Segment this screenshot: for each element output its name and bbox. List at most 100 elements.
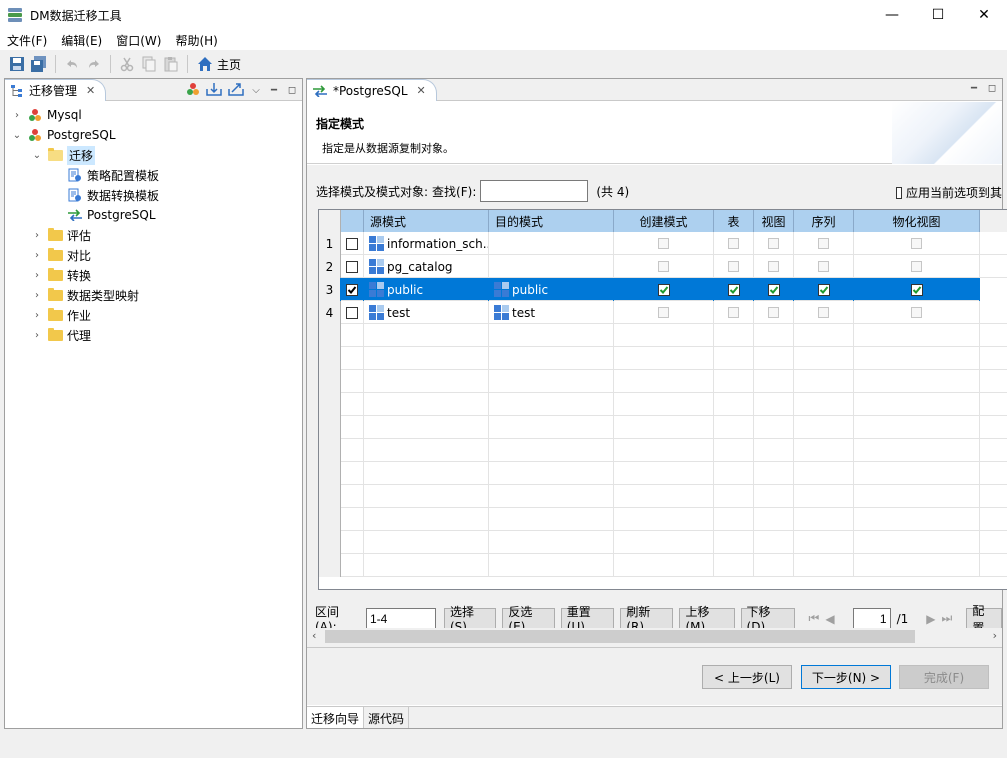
menu-file[interactable]: 文件(F)	[0, 32, 54, 49]
table-checkbox[interactable]	[728, 238, 739, 249]
chevron-down-icon[interactable]: ⌄	[31, 150, 43, 161]
table-checkbox[interactable]	[727, 283, 740, 296]
target-schema-cell[interactable]	[489, 255, 614, 278]
scroll-thumb[interactable]	[325, 630, 915, 643]
copy-button[interactable]	[138, 53, 160, 75]
page-input[interactable]	[852, 607, 891, 630]
tree-item-postgresql-migration[interactable]: PostgreSQL	[5, 205, 302, 225]
cut-button[interactable]	[116, 53, 138, 75]
chevron-right-icon[interactable]: ›	[31, 230, 43, 241]
next-page-icon[interactable]: ▶	[926, 612, 935, 626]
search-input[interactable]	[480, 180, 589, 202]
materialized-view-checkbox[interactable]	[911, 307, 922, 318]
table-checkbox[interactable]	[728, 261, 739, 272]
invert-button[interactable]: 反选(E)	[502, 605, 555, 634]
target-schema-cell[interactable]	[489, 232, 614, 255]
scroll-right-icon[interactable]: ›	[993, 629, 997, 642]
select-button[interactable]: 选择(S)	[443, 605, 497, 634]
menu-edit[interactable]: 编辑(E)	[54, 32, 109, 49]
sequence-checkbox[interactable]	[817, 283, 830, 296]
config-button[interactable]: 配置	[966, 604, 1002, 635]
first-page-icon[interactable]: ⏮	[809, 611, 820, 626]
create-schema-checkbox[interactable]	[658, 307, 669, 318]
target-schema-cell[interactable]: public	[489, 278, 614, 301]
close-button[interactable]: ✕	[961, 0, 1007, 30]
row-checkbox[interactable]	[346, 306, 358, 319]
view-checkbox[interactable]	[767, 283, 780, 296]
row-checkbox[interactable]	[346, 283, 358, 296]
tree-item-strategy-template[interactable]: 策略配置模板	[5, 165, 302, 185]
create-schema-checkbox[interactable]	[658, 261, 669, 272]
finish-button[interactable]: 完成(F)	[899, 665, 989, 689]
paste-button[interactable]	[160, 53, 182, 75]
sequence-checkbox[interactable]	[818, 307, 829, 318]
view-menu-icon[interactable]: ⌵	[250, 85, 262, 97]
col-source-schema[interactable]: 源模式	[364, 210, 489, 232]
chevron-right-icon[interactable]: ›	[31, 270, 43, 281]
tree-item-postgresql[interactable]: ⌄ PostgreSQL	[5, 125, 302, 145]
last-page-icon[interactable]: ⏭	[942, 611, 953, 626]
tab-migration-wizard[interactable]: 迁移向导	[307, 707, 365, 728]
view-checkbox[interactable]	[768, 307, 779, 318]
row-select-cell[interactable]	[341, 255, 364, 278]
connection-icon[interactable]	[186, 82, 200, 99]
tree-item-datatype-mapping[interactable]: › 数据类型映射	[5, 285, 302, 305]
tree-item-migration[interactable]: ⌄ 迁移	[5, 145, 302, 165]
refresh-button[interactable]: 刷新(R)	[620, 605, 674, 634]
tree-item-agent[interactable]: › 代理	[5, 325, 302, 345]
materialized-view-checkbox[interactable]	[911, 261, 922, 272]
tree-item-jobs[interactable]: › 作业	[5, 305, 302, 325]
apply-checkbox[interactable]	[896, 186, 902, 199]
prev-step-button[interactable]: < 上一步(L)	[702, 665, 792, 689]
target-schema-cell[interactable]: test	[489, 301, 614, 324]
next-step-button[interactable]: 下一步(N) >	[801, 665, 891, 689]
view-checkbox[interactable]	[768, 261, 779, 272]
row-select-cell[interactable]	[341, 232, 364, 255]
reset-button[interactable]: 重置(U)	[560, 605, 615, 634]
redo-button[interactable]	[83, 53, 105, 75]
sequence-checkbox[interactable]	[818, 261, 829, 272]
close-tab-icon[interactable]: ✕	[86, 84, 95, 97]
export-icon[interactable]	[228, 82, 244, 99]
menu-window[interactable]: 窗口(W)	[109, 32, 168, 49]
col-create-schema[interactable]: 创建模式	[614, 210, 714, 232]
col-materialized-view[interactable]: 物化视图	[854, 210, 980, 232]
menu-help[interactable]: 帮助(H)	[168, 32, 224, 49]
chevron-right-icon[interactable]: ›	[31, 250, 43, 261]
maximize-button[interactable]: ☐	[915, 0, 961, 30]
create-schema-checkbox[interactable]	[658, 238, 669, 249]
apply-option[interactable]: 应用当前选项到其	[896, 184, 1002, 201]
save-button[interactable]	[6, 53, 28, 75]
home-button[interactable]: 主页	[193, 56, 245, 73]
tab-migration-manager[interactable]: 迁移管理 ✕	[5, 79, 107, 101]
chevron-right-icon[interactable]: ›	[11, 110, 23, 121]
minimize-button[interactable]: —	[869, 0, 915, 30]
materialized-view-checkbox[interactable]	[911, 238, 922, 249]
materialized-view-checkbox[interactable]	[910, 283, 923, 296]
maximize-view-icon[interactable]: ◻	[986, 82, 998, 94]
tree-item-convert[interactable]: › 转换	[5, 265, 302, 285]
row-checkbox[interactable]	[346, 237, 358, 250]
tree-item-assessment[interactable]: › 评估	[5, 225, 302, 245]
scroll-left-icon[interactable]: ‹	[312, 629, 316, 642]
undo-button[interactable]	[61, 53, 83, 75]
table-row[interactable]: 1 information_sch...	[319, 232, 1007, 255]
maximize-view-icon[interactable]: ◻	[286, 85, 298, 97]
sequence-checkbox[interactable]	[818, 238, 829, 249]
close-tab-icon[interactable]: ✕	[417, 84, 426, 97]
import-icon[interactable]	[206, 82, 222, 99]
chevron-right-icon[interactable]: ›	[31, 330, 43, 341]
create-schema-checkbox[interactable]	[657, 283, 670, 296]
col-sequence[interactable]: 序列	[794, 210, 854, 232]
tab-postgresql[interactable]: *PostgreSQL ✕	[307, 79, 437, 101]
move-up-button[interactable]: 上移(M)	[679, 605, 735, 634]
table-row[interactable]: 3 public public	[319, 278, 1007, 301]
chevron-right-icon[interactable]: ›	[31, 310, 43, 321]
col-view[interactable]: 视图	[754, 210, 794, 232]
row-select-cell[interactable]	[341, 278, 364, 301]
tree-item-mysql[interactable]: › Mysql	[5, 105, 302, 125]
minimize-view-icon[interactable]: ━	[268, 85, 280, 97]
table-row[interactable]: 4 test test	[319, 301, 1007, 324]
prev-page-icon[interactable]: ◀	[825, 612, 834, 626]
tab-source-code[interactable]: 源代码	[364, 707, 410, 728]
